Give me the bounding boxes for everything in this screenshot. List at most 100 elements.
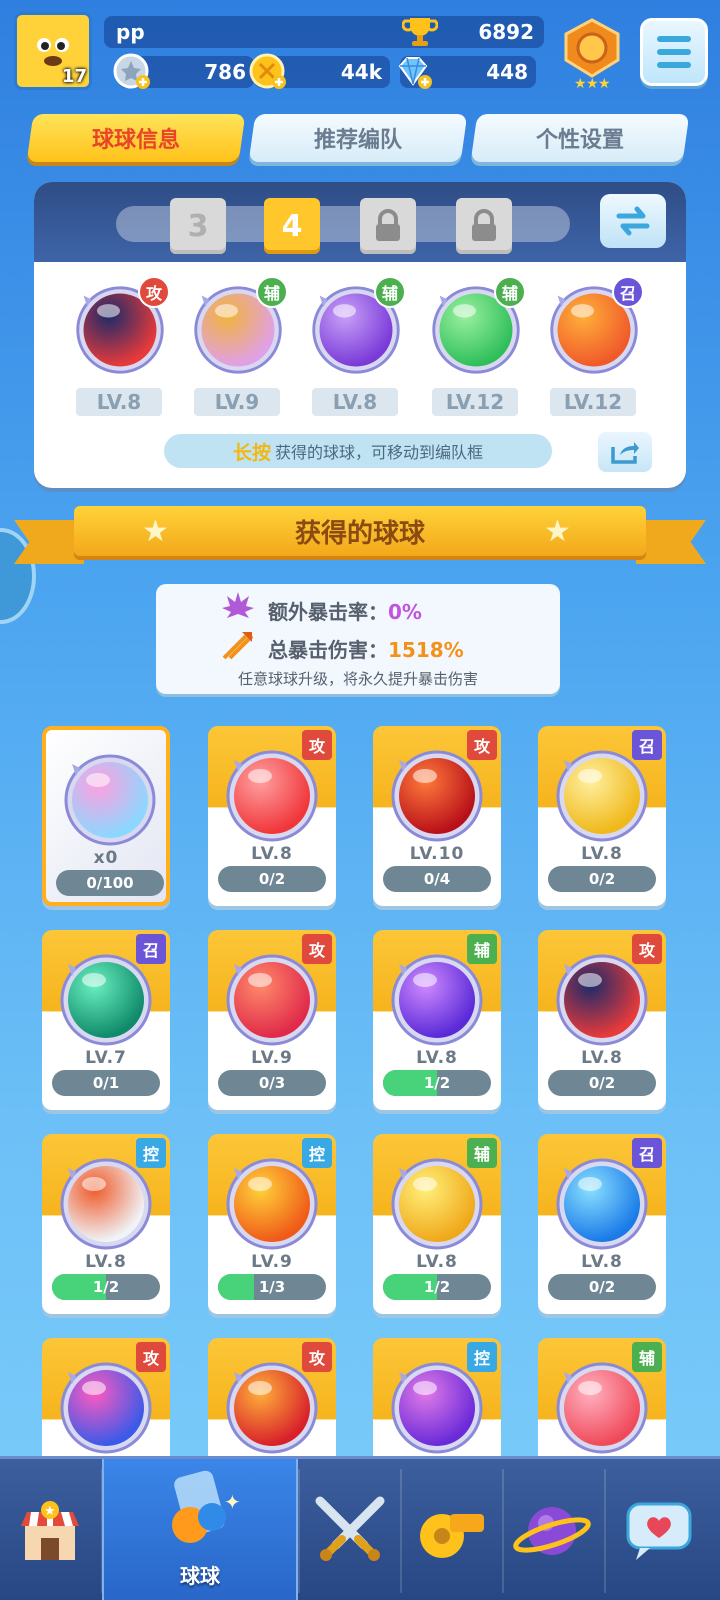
nav-battle[interactable] (300, 1459, 400, 1600)
upgrade-progress-bar: 0/2 (548, 1070, 656, 1096)
rank-medal-icon[interactable]: ★ ★ ★ (560, 18, 624, 90)
star-icon: ★ (544, 514, 571, 549)
team-ball-opera-mask[interactable]: 攻 (70, 276, 170, 378)
tab-recommended-team[interactable]: 推荐编队 (248, 114, 468, 162)
team-ball-level: LV.8 (312, 388, 398, 416)
purple-claw-ball-icon (391, 1362, 483, 1454)
ball-card[interactable]: 攻 LV.9 0/3 (208, 930, 336, 1110)
bottom-nav: ★ ✦ 球球 (0, 1456, 720, 1600)
nav-planet[interactable] (502, 1459, 602, 1600)
crit-damage-icon (222, 632, 254, 660)
ball-art (56, 950, 156, 1050)
type-tag: 攻 (302, 1342, 332, 1372)
trident-ball-icon (391, 750, 483, 842)
nav-whistle[interactable] (400, 1459, 500, 1600)
gold-coin-icon (249, 53, 286, 89)
ball-card[interactable]: 召 LV.8 0/2 (538, 726, 666, 906)
team-slot-3[interactable]: 3 (170, 198, 226, 254)
team-ball-level: LV.12 (550, 388, 636, 416)
ball-card[interactable]: 攻 LV.10 0/4 (373, 726, 501, 906)
silver-coin-icon (113, 53, 150, 89)
progress-text: 0/2 (588, 1074, 616, 1092)
ball-card[interactable]: 攻 LV.8 0/2 (538, 930, 666, 1110)
upgrade-progress-bar: 0/2 (548, 1274, 656, 1300)
red-dragon-ball-icon (226, 954, 318, 1046)
menu-button[interactable] (640, 18, 708, 86)
upgrade-progress-bar: 1/2 (52, 1274, 160, 1300)
ball-art (387, 1154, 487, 1254)
ball-card[interactable]: 召 LV.8 0/2 (538, 1134, 666, 1314)
universal-ball-card[interactable]: x0 0/100 (42, 726, 170, 906)
swap-team-button[interactable] (600, 194, 666, 248)
tab-ball-info[interactable]: 球球信息 (26, 114, 246, 162)
share-button[interactable] (598, 432, 652, 472)
ball-art (552, 950, 652, 1050)
team-ball-shadow-clones[interactable]: 辅 (188, 276, 288, 378)
ball-count: x0 (93, 848, 119, 868)
type-tag: 攻 (302, 934, 332, 964)
nav-social[interactable] (610, 1459, 710, 1600)
team-slot-header: 3 4 (34, 182, 686, 262)
golden-palm-ball-icon (556, 750, 648, 842)
type-tag: 召 (632, 730, 662, 760)
svg-text:★: ★ (586, 76, 599, 90)
type-tag: 辅 (467, 1138, 497, 1168)
ball-art (387, 746, 487, 846)
player-avatar[interactable]: 17 (14, 12, 92, 90)
lock-icon (376, 209, 400, 241)
shop-icon: ★ (21, 1501, 79, 1560)
nav-shop[interactable]: ★ (0, 1459, 100, 1600)
gift-box-ball-icon (556, 1362, 648, 1454)
ribbon-tail-right (636, 520, 706, 564)
team-ball-green-arrow[interactable]: 辅 (426, 276, 526, 378)
svg-text:★: ★ (44, 1504, 56, 1519)
type-tag: 攻 (467, 730, 497, 760)
team-slot-locked[interactable] (360, 198, 416, 254)
ball-card[interactable]: 控 LV.9 1/3 (208, 1134, 336, 1314)
type-tag: 攻 (632, 934, 662, 964)
ball-level: LV.8 (581, 844, 623, 864)
ball-art (222, 746, 322, 846)
crit-stats-panel: 额外暴击率：0% 总暴击伤害：1518% 任意球球升级，将永久提升暴击伤害 (156, 584, 560, 694)
ball-level: LV.8 (85, 1252, 127, 1272)
fire-horns-ball-icon (60, 1158, 152, 1250)
progress-text: 0/100 (86, 874, 134, 892)
progress-text: 0/4 (423, 870, 451, 888)
total-crit-row: 总暴击伤害：1518% (268, 638, 464, 662)
ball-card[interactable]: 控 LV.8 1/2 (42, 1134, 170, 1314)
ball-art (387, 950, 487, 1050)
crit-rate-icon (222, 592, 254, 618)
ball-card[interactable]: 攻 LV.8 0/2 (208, 726, 336, 906)
silver-coin-bar[interactable]: 786 (113, 53, 254, 89)
ball-card[interactable]: 召 LV.7 0/1 (42, 930, 170, 1110)
type-tag: 辅 (256, 276, 288, 308)
extra-crit-value: 0% (388, 600, 422, 624)
team-ball-monkey-king[interactable]: 召 (544, 276, 644, 378)
progress-text: 0/2 (258, 870, 286, 888)
team-slot-4[interactable]: 4 (264, 198, 320, 254)
total-crit-value: 1518% (388, 638, 464, 662)
ball-level: LV.9 (251, 1252, 293, 1272)
upgrade-progress-bar: 0/3 (218, 1070, 326, 1096)
ball-art: 攻 (72, 276, 170, 378)
type-tag: 召 (136, 934, 166, 964)
ball-art: 辅 (308, 276, 406, 378)
nav-balls[interactable]: ✦ 球球 (102, 1459, 298, 1600)
gold-coin-bar[interactable]: 44k (249, 53, 390, 89)
ball-art (552, 1154, 652, 1254)
type-tag: 召 (612, 276, 644, 308)
tab-personal-settings[interactable]: 个性设置 (470, 114, 690, 162)
team-slot-locked[interactable] (456, 198, 512, 254)
upgrade-progress-bar: 0/4 (383, 866, 491, 892)
upgrade-progress-bar: 1/2 (383, 1274, 491, 1300)
ball-art (60, 750, 160, 850)
team-ball-purple-leaf[interactable]: 辅 (306, 276, 406, 378)
progress-text: 0/2 (588, 870, 616, 888)
type-tag: 控 (302, 1138, 332, 1168)
diamond-bar[interactable]: 448 (398, 56, 536, 89)
type-tag: 辅 (632, 1342, 662, 1372)
ball-art (56, 1154, 156, 1254)
ball-card[interactable]: 辅 LV.8 1/2 (373, 1134, 501, 1314)
ball-level: LV.8 (416, 1048, 458, 1068)
ball-card[interactable]: 辅 LV.8 1/2 (373, 930, 501, 1110)
